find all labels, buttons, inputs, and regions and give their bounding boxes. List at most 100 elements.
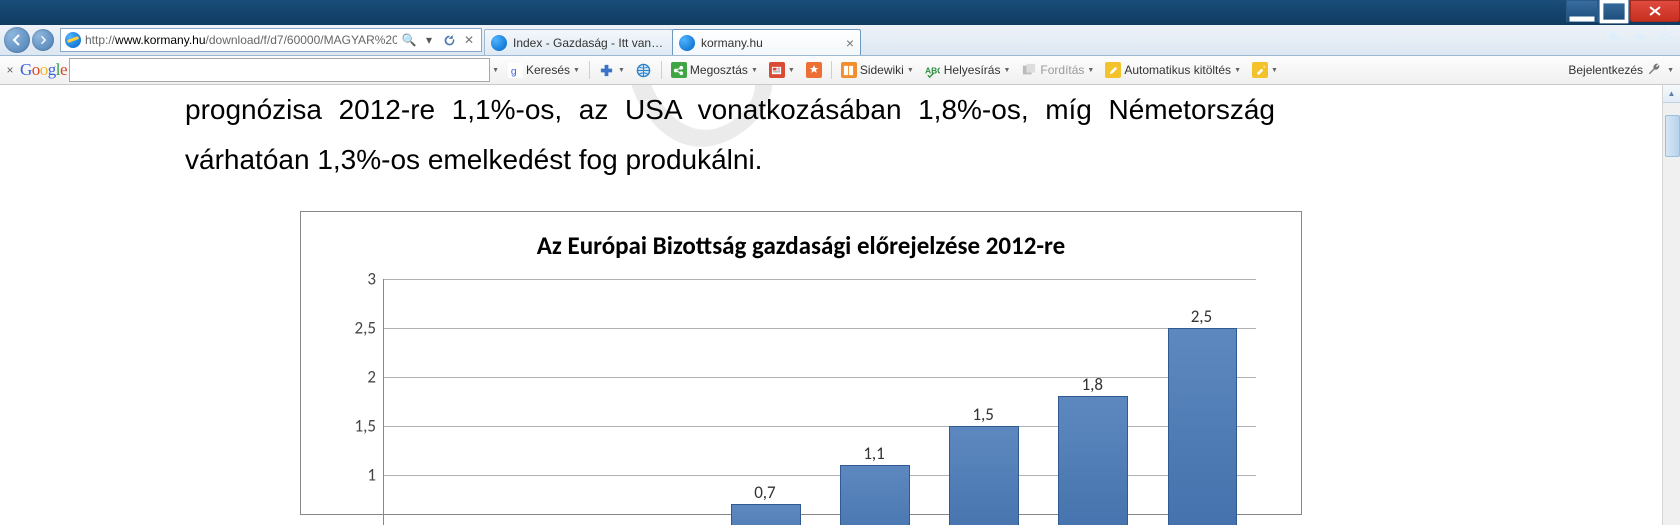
chart-bar-value-label: 0,7 bbox=[754, 482, 775, 503]
bookmark-star-icon bbox=[806, 62, 822, 78]
toolbar-separator bbox=[589, 61, 590, 79]
chevron-down-icon[interactable]: ▼ bbox=[1667, 67, 1674, 74]
globe-icon bbox=[636, 62, 652, 78]
google-search-button[interactable]: g Keresés ▼ bbox=[503, 60, 584, 80]
chart-gridline bbox=[383, 279, 1256, 280]
nav-back-button[interactable] bbox=[4, 27, 30, 53]
google-news-button[interactable]: ▼ bbox=[765, 60, 799, 80]
address-bar[interactable]: http://www.kormany.hu/download/f/d7/6000… bbox=[60, 28, 482, 52]
command-bar bbox=[1604, 28, 1674, 46]
chevron-down-icon: ▼ bbox=[618, 67, 625, 74]
highlighter-icon bbox=[1252, 62, 1268, 78]
refresh-icon[interactable] bbox=[441, 32, 457, 48]
google-globe-button[interactable] bbox=[632, 60, 656, 80]
nav-forward-button[interactable] bbox=[32, 29, 54, 51]
chart-ytick-label: 2,5 bbox=[336, 317, 376, 338]
chevron-down-icon: ▼ bbox=[907, 67, 914, 74]
ie-favicon-icon bbox=[65, 32, 81, 48]
google-share-button[interactable]: Megosztás ▼ bbox=[667, 60, 762, 80]
document-viewport: ÓS prognózisa 2012-re 1,1%-os, az USA vo… bbox=[0, 85, 1680, 525]
chart-ytick-label: 1,5 bbox=[336, 415, 376, 436]
chart-ytick-label: 1 bbox=[336, 464, 376, 485]
chart-gridline bbox=[383, 328, 1256, 329]
google-signin-link[interactable]: Bejelentkezés bbox=[1568, 63, 1643, 77]
google-autofill-button[interactable]: Automatikus kitöltés ▼ bbox=[1101, 60, 1245, 80]
tab-kormany-hu[interactable]: kormany.hu × bbox=[672, 29, 861, 55]
window-maximize-button[interactable] bbox=[1598, 0, 1630, 22]
svg-text:g: g bbox=[510, 66, 516, 77]
tools-gear-icon[interactable] bbox=[1656, 28, 1674, 46]
chart-bar-value-label: 2,5 bbox=[1191, 306, 1212, 327]
stop-icon[interactable]: ✕ bbox=[461, 32, 477, 48]
tab-favicon-icon bbox=[679, 35, 695, 51]
google-search-dropdown-icon[interactable]: ▼ bbox=[492, 67, 499, 74]
translate-icon bbox=[1021, 62, 1037, 78]
chart-bar-value-label: 1,5 bbox=[972, 404, 993, 425]
search-icon[interactable]: 🔍 bbox=[401, 32, 417, 48]
google-share-label: Megosztás bbox=[690, 63, 748, 77]
tab-index-gazdasag[interactable]: Index - Gazdaság - Itt van Mat... bbox=[484, 29, 673, 55]
google-autofill-label: Automatikus kitöltés bbox=[1124, 63, 1231, 77]
google-highlight-button[interactable]: ▼ bbox=[1248, 60, 1282, 80]
tab-label: Index - Gazdaság - Itt van Mat... bbox=[513, 36, 666, 50]
chart-bar bbox=[731, 504, 801, 525]
spellcheck-icon: ABC bbox=[925, 62, 941, 78]
browser-nav-bar: http://www.kormany.hu/download/f/d7/6000… bbox=[0, 25, 1680, 56]
chart-ytick-label: 3 bbox=[336, 268, 376, 289]
google-search-label: Keresés bbox=[526, 63, 570, 77]
plus-icon bbox=[599, 62, 615, 78]
chart-container: Az Európai Bizottság gazdasági előrejelz… bbox=[300, 211, 1302, 515]
chart-ytick-label: 2 bbox=[336, 366, 376, 387]
news-icon bbox=[769, 62, 785, 78]
chart-bar-value-label: 1,8 bbox=[1082, 374, 1103, 395]
google-bookmarks-button[interactable] bbox=[802, 60, 826, 80]
chart-bar bbox=[1168, 328, 1238, 525]
address-bar-url: http://www.kormany.hu/download/f/d7/6000… bbox=[85, 33, 397, 47]
google-toolbar-close-icon[interactable]: × bbox=[0, 63, 20, 77]
google-spellcheck-button[interactable]: ABC Helyesírás ▼ bbox=[921, 60, 1015, 80]
chevron-down-icon: ▼ bbox=[573, 67, 580, 74]
chart-gridline bbox=[383, 377, 1256, 378]
google-plus-button[interactable]: ▼ bbox=[595, 60, 629, 80]
autofill-pencil-icon bbox=[1105, 62, 1121, 78]
google-toolbar-items: g Keresés ▼ ▼ Megosztás ▼ bbox=[503, 60, 1282, 80]
tab-favicon-icon bbox=[491, 35, 507, 51]
dropdown-icon[interactable]: ▾ bbox=[421, 32, 437, 48]
address-bar-tools: 🔍 ▾ ✕ bbox=[397, 32, 481, 48]
chart-bar bbox=[840, 465, 910, 525]
chevron-down-icon: ▼ bbox=[1234, 67, 1241, 74]
chart-bar-value-label: 1,1 bbox=[863, 443, 884, 464]
chevron-down-icon: ▼ bbox=[751, 67, 758, 74]
chart-bar bbox=[949, 426, 1019, 525]
google-translate-label: Fordítás bbox=[1040, 63, 1084, 77]
home-icon[interactable] bbox=[1604, 28, 1622, 46]
google-sidewiki-label: Sidewiki bbox=[860, 63, 904, 77]
favorites-icon[interactable] bbox=[1630, 28, 1648, 46]
chart-plot-area: 11,522,530,71,11,51,82,5 bbox=[383, 279, 1256, 514]
chart-title: Az Európai Bizottság gazdasági előrejelz… bbox=[301, 230, 1301, 261]
google-search-input[interactable] bbox=[69, 58, 490, 82]
google-toolbar: × Google ▼ g Keresés ▼ ▼ bbox=[0, 56, 1680, 85]
tab-close-icon[interactable]: × bbox=[846, 36, 854, 50]
google-sidewiki-button[interactable]: Sidewiki ▼ bbox=[837, 60, 918, 80]
chart-bar bbox=[1058, 396, 1128, 525]
chevron-down-icon: ▼ bbox=[788, 67, 795, 74]
google-logo: Google bbox=[20, 60, 67, 80]
google-translate-button[interactable]: Fordítás ▼ bbox=[1017, 60, 1098, 80]
window-close-button[interactable] bbox=[1630, 0, 1680, 22]
window-controls bbox=[1566, 0, 1680, 22]
window-titlebar bbox=[0, 0, 1680, 25]
vertical-scrollbar[interactable]: ▲ bbox=[1662, 85, 1680, 525]
scroll-up-button[interactable]: ▲ bbox=[1663, 85, 1680, 103]
sidewiki-icon bbox=[841, 62, 857, 78]
document-page: prognózisa 2012-re 1,1%-os, az USA vonat… bbox=[130, 85, 1340, 515]
wrench-settings-icon[interactable] bbox=[1647, 62, 1663, 78]
share-icon bbox=[671, 62, 687, 78]
scrollbar-thumb[interactable] bbox=[1665, 115, 1680, 157]
chevron-down-icon: ▼ bbox=[1271, 67, 1278, 74]
toolbar-separator bbox=[661, 61, 662, 79]
tab-label: kormany.hu bbox=[701, 36, 846, 50]
window-minimize-button[interactable] bbox=[1566, 0, 1598, 22]
google-g-icon: g bbox=[507, 62, 523, 78]
chevron-down-icon: ▼ bbox=[1087, 67, 1094, 74]
